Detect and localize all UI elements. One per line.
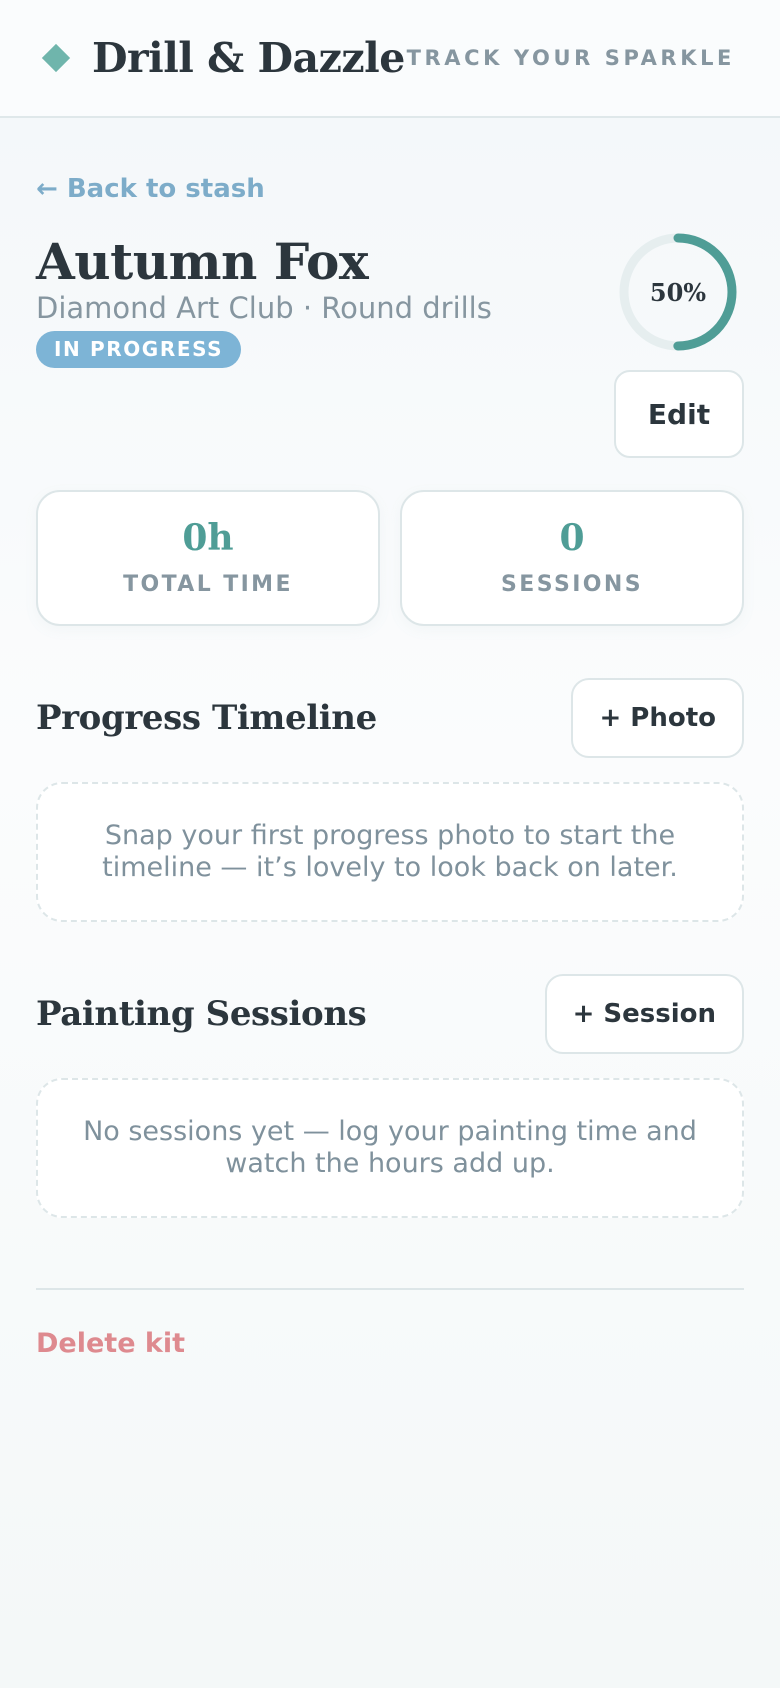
brand-title: Drill & Dazzle (92, 34, 405, 82)
timeline-title: Progress Timeline (36, 698, 377, 738)
back-to-stash-link[interactable]: ← Back to stash (36, 174, 265, 204)
edit-button[interactable]: Edit (614, 370, 744, 458)
stats-row: 0h TOTAL TIME 0 SESSIONS (36, 490, 744, 626)
tagline: TRACK YOUR SPARKLE (406, 46, 735, 70)
kit-detail-page: ← Back to stash Autumn Fox Diamond Art C… (0, 118, 780, 1359)
stat-card-sessions: 0 SESSIONS (400, 490, 744, 626)
progress-ring: 50% (616, 230, 740, 354)
progress-timeline-section: Progress Timeline + Photo Snap your firs… (36, 678, 744, 922)
stat-card-total-time: 0h TOTAL TIME (36, 490, 380, 626)
sessions-title: Painting Sessions (36, 994, 367, 1034)
brand[interactable]: Drill & Dazzle (41, 34, 405, 82)
status-badge: IN PROGRESS (36, 331, 242, 368)
progress-percent: 50% (649, 277, 707, 307)
sessions-empty-state: No sessions yet — log your painting time… (36, 1078, 744, 1218)
divider (36, 1288, 744, 1290)
timeline-empty-state: Snap your first progress photo to start … (36, 782, 744, 922)
total-time-value: 0h (182, 516, 234, 559)
diamond-icon (41, 43, 71, 73)
sessions-count-label: SESSIONS (501, 571, 643, 597)
add-photo-button[interactable]: + Photo (571, 678, 744, 758)
timeline-header: Progress Timeline + Photo (36, 678, 744, 758)
painting-sessions-section: Painting Sessions + Session No sessions … (36, 974, 744, 1218)
app-header: Drill & Dazzle TRACK YOUR SPARKLE (0, 0, 780, 118)
sessions-count-value: 0 (559, 516, 585, 559)
delete-kit-link[interactable]: Delete kit (36, 1328, 185, 1359)
sessions-header: Painting Sessions + Session (36, 974, 744, 1054)
add-session-button[interactable]: + Session (544, 974, 744, 1054)
kit-header: Autumn Fox Diamond Art Club · Round dril… (36, 233, 744, 464)
total-time-label: TOTAL TIME (123, 571, 293, 597)
